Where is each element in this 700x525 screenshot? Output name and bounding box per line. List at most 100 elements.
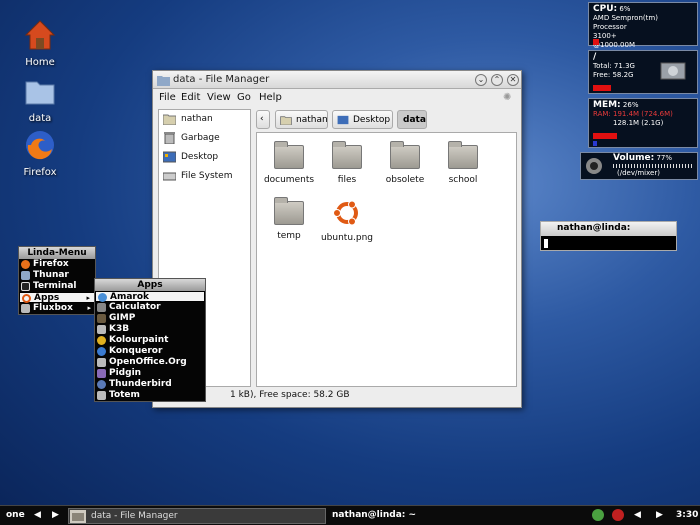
totem-icon: [97, 391, 106, 400]
file-item[interactable]: school: [428, 141, 498, 185]
menu-file[interactable]: File: [159, 92, 176, 103]
menu-item-apps[interactable]: Apps ▸: [19, 292, 95, 303]
task-button[interactable]: data - File Manager: [68, 508, 326, 524]
home-folder-icon: [163, 114, 176, 125]
path-label: Desktop: [353, 115, 391, 125]
menu-item-konqueror[interactable]: Konqueror: [95, 346, 205, 357]
menu-item-terminal[interactable]: Terminal: [19, 281, 95, 292]
openoffice-icon: [97, 358, 106, 367]
menu-item-thunar[interactable]: Thunar: [19, 270, 95, 281]
fluxbox-icon: [21, 304, 30, 313]
desktop-icon-label: Firefox: [23, 167, 57, 178]
tray-update-icon[interactable]: [612, 509, 624, 521]
window-titlebar[interactable]: data - File Manager ⌄ ⌃ ✕: [153, 71, 521, 89]
menu-item-label: Fluxbox: [33, 303, 73, 313]
menu-item-label: Konqueror: [109, 346, 163, 356]
sidebar-item-nathan[interactable]: nathan: [159, 110, 250, 129]
cpu-bar: [593, 39, 599, 45]
menu-go[interactable]: Go: [237, 92, 251, 103]
desktop-icon-label: data: [28, 113, 52, 124]
menu-item-totem[interactable]: Totem: [95, 390, 205, 401]
mem-ram-bar: [593, 133, 617, 139]
harddisk-icon: [660, 62, 686, 80]
volume-percent: 77%: [656, 154, 673, 162]
path-button-data[interactable]: data: [397, 110, 427, 129]
terminal-icon: [21, 282, 30, 291]
konqueror-icon: [97, 347, 106, 356]
sidebar-item-garbage[interactable]: Garbage: [159, 129, 250, 148]
file-manager-icon: [70, 510, 86, 523]
menu-item-label: Calculator: [109, 302, 161, 312]
k3b-icon: [97, 325, 106, 334]
volume-label: Volume:: [613, 153, 655, 163]
menu-view[interactable]: View: [207, 92, 231, 103]
menu-item-pidgin[interactable]: Pidgin: [95, 368, 205, 379]
apps-menu-title: Apps: [95, 279, 205, 291]
menu-item-amarok[interactable]: Amarok: [95, 291, 205, 302]
window-close-button[interactable]: ✕: [507, 74, 519, 86]
desktop-icon-data[interactable]: data: [10, 74, 70, 124]
desktop-icon-home[interactable]: Home: [10, 18, 70, 68]
path-label: data: [403, 115, 426, 125]
menu-edit[interactable]: Edit: [181, 92, 200, 103]
cpu-monitor: CPU: 6% AMD Sempron(tm) Processor 3100+ …: [588, 2, 698, 49]
sidebar-item-label: nathan: [181, 114, 213, 124]
folder-icon: [332, 141, 362, 169]
tray-network-icon[interactable]: [592, 509, 604, 521]
firefox-icon: [21, 260, 30, 269]
menu-item-k3b[interactable]: K3B: [95, 324, 205, 335]
folder-icon: [21, 271, 30, 280]
prev-icon[interactable]: ◀: [634, 510, 641, 520]
sidebar-item-desktop[interactable]: Desktop: [159, 148, 250, 167]
ubuntu-logo-icon: [333, 200, 358, 226]
volume-bar[interactable]: [613, 164, 693, 168]
terminal-window[interactable]: nathan@linda:: [540, 221, 677, 251]
menu-item-label: Totem: [109, 390, 140, 400]
file-item[interactable]: ubuntu.png: [312, 197, 382, 243]
path-button-nathan[interactable]: nathan: [275, 110, 328, 129]
menu-item-gimp[interactable]: GIMP: [95, 313, 205, 324]
desktop-icon-label: Home: [25, 57, 55, 68]
disk-monitor: / Total: 71.3G Free: 58.2G: [588, 50, 698, 94]
window-shade-button[interactable]: ⌄: [475, 74, 487, 86]
memory-monitor: MEM: 26% RAM: 191.4M (724.6M) 128.1M (2.…: [588, 98, 698, 148]
menu-item-calculator[interactable]: Calculator: [95, 302, 205, 313]
path-label: nathan: [296, 115, 328, 125]
folder-icon: [274, 197, 304, 225]
path-back-button[interactable]: ‹: [256, 110, 270, 129]
next-icon[interactable]: ▶: [656, 510, 663, 520]
desktop-icon-firefox[interactable]: Firefox: [10, 128, 70, 178]
workspace-prev-icon[interactable]: ◀: [34, 510, 41, 520]
menu-item-thunderbird[interactable]: Thunderbird: [95, 379, 205, 390]
menu-help[interactable]: Help: [259, 92, 282, 103]
window-maximize-button[interactable]: ⌃: [491, 74, 503, 86]
workspace-name[interactable]: one: [6, 510, 25, 520]
menu-item-kolourpaint[interactable]: Kolourpaint: [95, 335, 205, 346]
path-button-desktop[interactable]: Desktop: [332, 110, 393, 129]
menu-item-openoffice[interactable]: OpenOffice.Org: [95, 357, 205, 368]
menu-item-firefox[interactable]: Firefox: [19, 259, 95, 270]
workspace-next-icon[interactable]: ▶: [52, 510, 59, 520]
kolourpaint-icon: [97, 336, 106, 345]
folder-icon: [157, 76, 170, 86]
folder-icon: [448, 141, 478, 169]
file-label: documents: [263, 175, 315, 185]
menu-item-label: Amarok: [110, 292, 150, 302]
menu-item-fluxbox[interactable]: Fluxbox ▸: [19, 303, 95, 314]
mem-label: MEM:: [593, 100, 621, 110]
terminal-titlebar[interactable]: nathan@linda:: [541, 222, 676, 236]
desktop-icon: [337, 115, 349, 125]
pidgin-icon: [97, 369, 106, 378]
disk-bar: [593, 85, 611, 91]
thunderbird-icon: [97, 380, 106, 389]
sidebar-item-filesystem[interactable]: File System: [159, 167, 250, 186]
cpu-model: AMD Sempron(tm) Processor: [593, 14, 658, 31]
file-label: school: [448, 175, 478, 185]
busy-spinner-icon: ✺: [503, 92, 512, 103]
main-menu-title: Linda-Menu: [19, 247, 95, 259]
main-menu: Linda-Menu Firefox Thunar Terminal Apps ▸…: [18, 246, 96, 315]
task-label: data - File Manager: [91, 511, 178, 521]
mem-percent: 26%: [622, 101, 639, 109]
folder-icon: [274, 141, 304, 169]
folder-icon: [390, 141, 420, 169]
